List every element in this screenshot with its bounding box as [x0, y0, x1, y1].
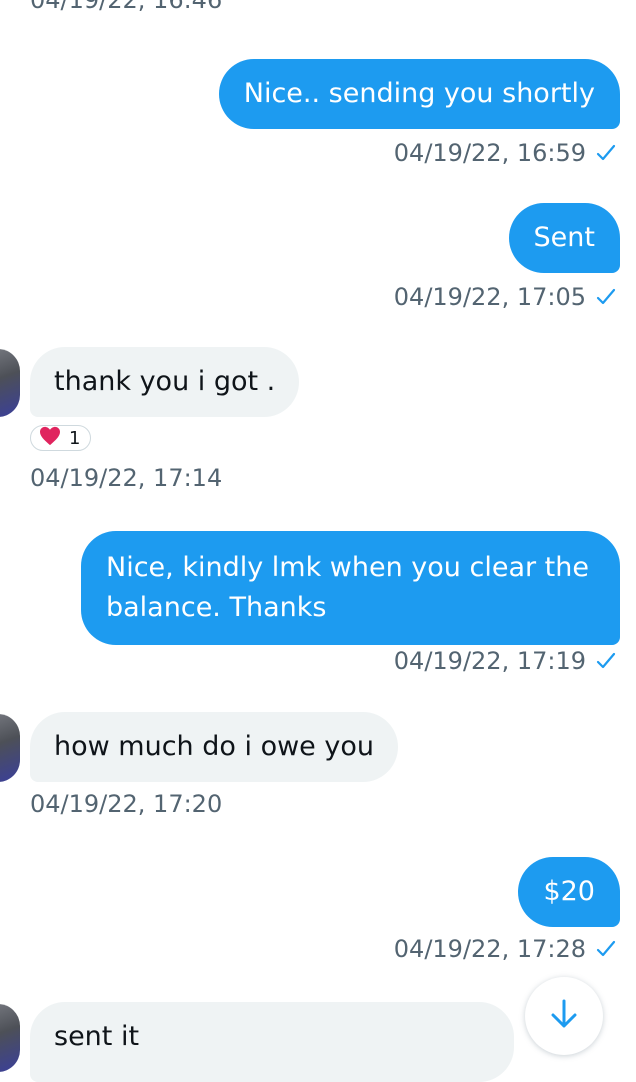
- timestamp-text: 04/19/22, 17:19: [393, 647, 586, 675]
- outgoing-message-bubble[interactable]: Nice.. sending you shortly: [218, 59, 620, 129]
- timestamp-text: 04/19/22, 17:05: [393, 283, 586, 311]
- incoming-message-bubble[interactable]: sent it: [30, 1002, 514, 1082]
- message-text: $20: [543, 876, 595, 907]
- avatar[interactable]: [0, 1004, 20, 1072]
- arrow-down-icon: [547, 997, 581, 1035]
- incoming-message-bubble[interactable]: thank you i got .: [30, 347, 300, 417]
- message-timestamp: 04/19/22, 16:59: [394, 139, 616, 168]
- avatar[interactable]: [0, 349, 20, 417]
- message-timestamp: 04/19/22, 16:46: [30, 0, 223, 14]
- avatar[interactable]: [0, 714, 20, 782]
- outgoing-message-bubble[interactable]: Sent: [508, 203, 620, 273]
- heart-icon: [39, 426, 61, 451]
- message-timestamp: 04/19/22, 17:14: [30, 464, 223, 492]
- outgoing-message-bubble[interactable]: Nice, kindly lmk when you clear the bala…: [81, 531, 620, 645]
- check-icon: [596, 284, 616, 312]
- message-text: sent it: [54, 1021, 140, 1052]
- timestamp-text: 04/19/22, 17:28: [393, 935, 586, 963]
- message-timestamp: 04/19/22, 17:05: [394, 283, 616, 312]
- incoming-message-bubble[interactable]: how much do i owe you: [30, 712, 398, 782]
- message-text: Sent: [533, 222, 595, 253]
- reaction-badge[interactable]: 1: [30, 425, 92, 451]
- reaction-count: 1: [69, 427, 81, 449]
- message-timestamp: 04/19/22, 17:20: [30, 790, 223, 818]
- check-icon: [596, 936, 616, 964]
- message-text: thank you i got .: [54, 366, 276, 397]
- timestamp-text: 04/19/22, 16:59: [393, 139, 586, 167]
- check-icon: [596, 648, 616, 676]
- scroll-to-bottom-button[interactable]: [525, 977, 603, 1055]
- message-text: how much do i owe you: [54, 731, 374, 762]
- message-text-line: balance. Thanks: [106, 592, 327, 623]
- outgoing-message-bubble[interactable]: $20: [518, 857, 620, 927]
- message-text: Nice.. sending you shortly: [243, 78, 595, 109]
- message-timestamp: 04/19/22, 17:19: [394, 647, 616, 676]
- message-timestamp: 04/19/22, 17:28: [394, 935, 616, 964]
- check-icon: [596, 140, 616, 168]
- message-text-line: Nice, kindly lmk when you clear the: [106, 552, 589, 583]
